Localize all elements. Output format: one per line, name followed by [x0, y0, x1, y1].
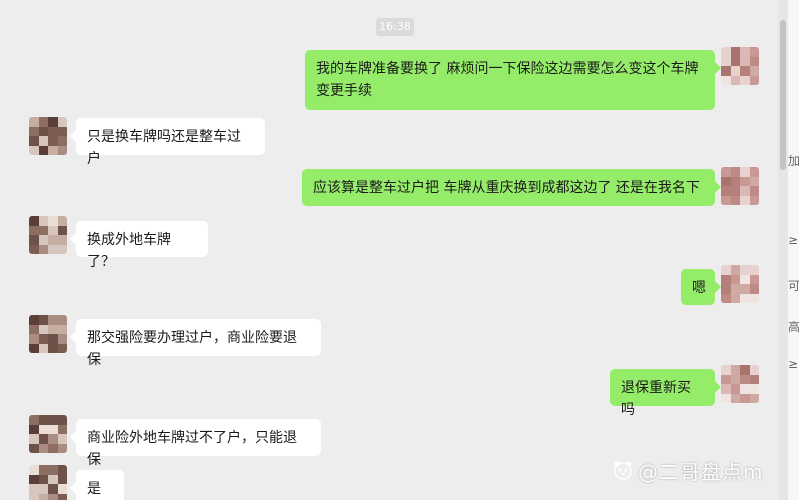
- contact-avatar[interactable]: [29, 465, 67, 500]
- message-text: 是的: [87, 481, 101, 497]
- contact-avatar[interactable]: [29, 117, 67, 155]
- panel-text-fragment: 可: [788, 279, 799, 293]
- my-avatar[interactable]: [721, 365, 759, 403]
- contact-avatar[interactable]: [29, 415, 67, 453]
- contact-avatar[interactable]: [29, 315, 67, 353]
- incoming-message[interactable]: 只是换车牌吗还是整车过户: [70, 118, 265, 167]
- chat-window: 16:38 我的车牌准备要换了 麻烦问一下保险这边需要怎么变这个车牌变更手续 只…: [0, 0, 778, 500]
- panel-text-fragment: 加: [788, 154, 799, 168]
- chat-scrollbar[interactable]: [778, 0, 788, 500]
- watermark: @二哥盘点m: [612, 456, 763, 484]
- outgoing-message[interactable]: 退保重新买吗: [610, 369, 721, 418]
- watermark-text: @二哥盘点m: [638, 459, 764, 484]
- outgoing-message[interactable]: 应该算是整车过户把 车牌从重庆换到成都这边了 还是在我名下: [302, 169, 721, 206]
- contact-avatar[interactable]: [29, 216, 67, 254]
- panel-text-fragment: ≥: [788, 357, 799, 371]
- message-text: 退保重新买吗: [621, 380, 691, 418]
- message-text: 那交强险要办理过户，商业险要退保: [87, 330, 297, 368]
- adjacent-panel-edge: 加 ≥⊻ 可 高 ≥: [788, 0, 799, 500]
- panda-logo-icon: [614, 461, 632, 480]
- outgoing-message[interactable]: 嗯: [681, 269, 721, 305]
- incoming-message[interactable]: 那交强险要办理过户，商业险要退保: [70, 319, 321, 368]
- incoming-message[interactable]: 是的: [70, 470, 124, 500]
- my-avatar[interactable]: [721, 265, 759, 303]
- message-text: 只是换车牌吗还是整车过户: [87, 129, 241, 167]
- incoming-message[interactable]: 换成外地车牌了？: [70, 221, 208, 270]
- panel-text-fragment: 高: [788, 320, 799, 334]
- my-avatar[interactable]: [721, 47, 759, 85]
- outgoing-message[interactable]: 我的车牌准备要换了 麻烦问一下保险这边需要怎么变这个车牌变更手续: [305, 50, 721, 110]
- my-avatar[interactable]: [721, 167, 759, 205]
- message-text: 我的车牌准备要换了 麻烦问一下保险这边需要怎么变这个车牌变更手续: [316, 61, 699, 99]
- message-text: 嗯: [692, 280, 706, 296]
- message-timestamp: 16:38: [376, 18, 414, 36]
- scrollbar-thumb[interactable]: [780, 20, 786, 170]
- message-text: 商业险外地车牌过不了户，只能退保: [87, 430, 297, 468]
- message-text: 换成外地车牌了？: [87, 232, 171, 270]
- incoming-message[interactable]: 商业险外地车牌过不了户，只能退保: [70, 419, 321, 468]
- message-text: 应该算是整车过户把 车牌从重庆换到成都这边了 还是在我名下: [313, 180, 700, 196]
- panel-text-fragment: ≥⊻: [788, 233, 799, 247]
